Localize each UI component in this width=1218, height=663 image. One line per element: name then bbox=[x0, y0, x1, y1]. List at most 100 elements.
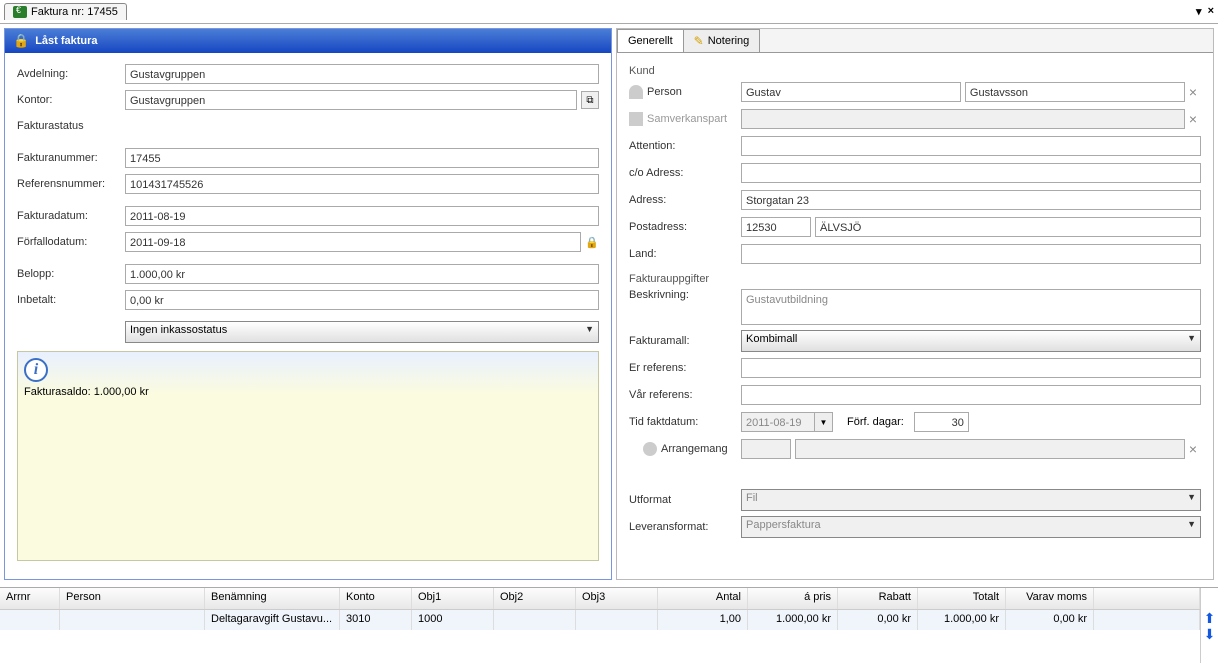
label-var-referens: Vår referens: bbox=[629, 389, 741, 401]
panel-title: Låst faktura bbox=[35, 35, 97, 47]
col-konto[interactable]: Konto bbox=[340, 588, 412, 609]
person-first-input[interactable]: Gustav bbox=[741, 82, 961, 102]
postort-input[interactable]: ÄLVSJÖ bbox=[815, 217, 1201, 237]
col-totalt[interactable]: Totalt bbox=[918, 588, 1006, 609]
fakturanummer-input[interactable]: 17455 bbox=[125, 148, 599, 168]
arrangement-icon bbox=[643, 442, 657, 456]
org-icon bbox=[629, 112, 643, 126]
attention-input[interactable] bbox=[741, 136, 1201, 156]
kontor-input[interactable]: Gustavgruppen bbox=[125, 90, 577, 110]
window-controls: ▾ × bbox=[1196, 5, 1214, 18]
col-obj1[interactable]: Obj1 bbox=[412, 588, 494, 609]
label-leveransformat: Leveransformat: bbox=[629, 521, 741, 533]
invoice-panel: 🔒 Låst faktura Avdelning: Gustavgruppen … bbox=[4, 28, 612, 580]
label-arrangemang: Arrangemang bbox=[661, 443, 728, 455]
inbetalt-input[interactable]: 0,00 kr bbox=[125, 290, 599, 310]
label-forf-dagar: Förf. dagar: bbox=[847, 416, 904, 428]
arrangemang-code-input bbox=[741, 439, 791, 459]
label-fakturanummer: Fakturanummer: bbox=[17, 152, 125, 164]
saldo-text: Fakturasaldo: 1.000,00 kr bbox=[24, 386, 592, 398]
section-fakturauppgifter: Fakturauppgifter bbox=[629, 273, 1201, 285]
tab-title: Faktura nr: 17455 bbox=[31, 6, 118, 18]
label-fakturastatus: Fakturastatus bbox=[17, 120, 125, 132]
row-move-arrows: ⬆ ⬇ bbox=[1200, 588, 1218, 663]
er-referens-input[interactable] bbox=[741, 358, 1201, 378]
adress-input[interactable]: Storgatan 23 bbox=[741, 190, 1201, 210]
label-avdelning: Avdelning: bbox=[17, 68, 125, 80]
move-up-icon[interactable]: ⬆ bbox=[1201, 610, 1218, 626]
label-referensnummer: Referensnummer: bbox=[17, 178, 125, 190]
info-box: i Fakturasaldo: 1.000,00 kr bbox=[17, 351, 599, 561]
section-kund: Kund bbox=[629, 65, 1201, 77]
postnr-input[interactable]: 12530 bbox=[741, 217, 811, 237]
col-apris[interactable]: á pris bbox=[748, 588, 838, 609]
table-row[interactable]: Deltagaravgift Gustavu... 3010 1000 1,00… bbox=[0, 610, 1200, 630]
label-adress: Adress: bbox=[629, 194, 741, 206]
avdelning-input[interactable]: Gustavgruppen bbox=[125, 64, 599, 84]
menu-dropdown-icon[interactable]: ▾ bbox=[1196, 5, 1202, 18]
land-input[interactable] bbox=[741, 244, 1201, 264]
label-co: c/o Adress: bbox=[629, 167, 741, 179]
clear-arrangemang-icon[interactable]: × bbox=[1185, 441, 1201, 457]
panel-header: 🔒 Låst faktura bbox=[5, 29, 611, 53]
date-dropdown-icon[interactable]: ▼ bbox=[815, 412, 833, 432]
samverkanspart-input bbox=[741, 109, 1185, 129]
belopp-input[interactable]: 1.000,00 kr bbox=[125, 264, 599, 284]
referensnummer-input[interactable]: 101431745526 bbox=[125, 174, 599, 194]
details-panel: Generellt ✎ Notering Kund Person Gustav … bbox=[616, 28, 1214, 580]
tid-faktdatum-input: 2011-08-19 bbox=[741, 412, 815, 432]
co-input[interactable] bbox=[741, 163, 1201, 183]
inkasso-select[interactable]: Ingen inkassostatus bbox=[125, 321, 599, 343]
label-fakturamall: Fakturamall: bbox=[629, 335, 741, 347]
person-last-input[interactable]: Gustavsson bbox=[965, 82, 1185, 102]
label-land: Land: bbox=[629, 248, 741, 260]
leveransformat-select[interactable]: Pappersfaktura bbox=[741, 516, 1201, 538]
col-arrnr[interactable]: Arrnr bbox=[0, 588, 60, 609]
label-samverkanspart: Samverkanspart bbox=[647, 113, 727, 125]
tab-bar: Generellt ✎ Notering bbox=[617, 29, 1213, 53]
lock-small-icon: 🔒 bbox=[585, 236, 599, 249]
grid-header: Arrnr Person Benämning Konto Obj1 Obj2 O… bbox=[0, 588, 1200, 610]
move-down-icon[interactable]: ⬇ bbox=[1201, 626, 1218, 642]
label-utformat: Utformat bbox=[629, 494, 741, 506]
fakturadatum-input[interactable]: 2011-08-19 bbox=[125, 206, 599, 226]
col-person[interactable]: Person bbox=[60, 588, 205, 609]
label-attention: Attention: bbox=[629, 140, 741, 152]
label-er-referens: Er referens: bbox=[629, 362, 741, 374]
label-belopp: Belopp: bbox=[17, 268, 125, 280]
clear-samverkanspart-icon[interactable]: × bbox=[1185, 111, 1201, 127]
col-antal[interactable]: Antal bbox=[658, 588, 748, 609]
document-tab[interactable]: Faktura nr: 17455 bbox=[4, 3, 127, 20]
col-spacer bbox=[1094, 588, 1200, 609]
utformat-select[interactable]: Fil bbox=[741, 489, 1201, 511]
person-icon bbox=[629, 85, 643, 99]
fakturamall-select[interactable]: Kombimall bbox=[741, 330, 1201, 352]
copy-icon[interactable]: ⧉ bbox=[581, 91, 599, 109]
info-icon: i bbox=[24, 358, 48, 382]
col-benamning[interactable]: Benämning bbox=[205, 588, 340, 609]
tab-notering[interactable]: ✎ Notering bbox=[683, 29, 761, 52]
label-tid-faktdatum: Tid faktdatum: bbox=[629, 416, 741, 428]
lock-icon: 🔒 bbox=[13, 33, 29, 49]
close-window-icon[interactable]: × bbox=[1208, 5, 1214, 18]
tab-generellt[interactable]: Generellt bbox=[617, 29, 684, 52]
label-kontor: Kontor: bbox=[17, 94, 125, 106]
label-fakturadatum: Fakturadatum: bbox=[17, 210, 125, 222]
col-moms[interactable]: Varav moms bbox=[1006, 588, 1094, 609]
label-person: Person bbox=[647, 86, 682, 98]
window-tab-bar: Faktura nr: 17455 ▾ × bbox=[0, 0, 1218, 24]
forfallodatum-input[interactable]: 2011-09-18 bbox=[125, 232, 581, 252]
label-beskrivning: Beskrivning: bbox=[629, 289, 741, 301]
clear-person-icon[interactable]: × bbox=[1185, 84, 1201, 100]
forf-dagar-input[interactable]: 30 bbox=[914, 412, 969, 432]
col-obj3[interactable]: Obj3 bbox=[576, 588, 658, 609]
col-obj2[interactable]: Obj2 bbox=[494, 588, 576, 609]
label-inbetalt: Inbetalt: bbox=[17, 294, 125, 306]
line-items-grid: Arrnr Person Benämning Konto Obj1 Obj2 O… bbox=[0, 587, 1218, 663]
label-postadress: Postadress: bbox=[629, 221, 741, 233]
var-referens-input[interactable] bbox=[741, 385, 1201, 405]
col-rabatt[interactable]: Rabatt bbox=[838, 588, 918, 609]
arrangemang-name-input bbox=[795, 439, 1185, 459]
label-forfallodatum: Förfallodatum: bbox=[17, 236, 125, 248]
beskrivning-input[interactable]: Gustavutbildning bbox=[741, 289, 1201, 325]
